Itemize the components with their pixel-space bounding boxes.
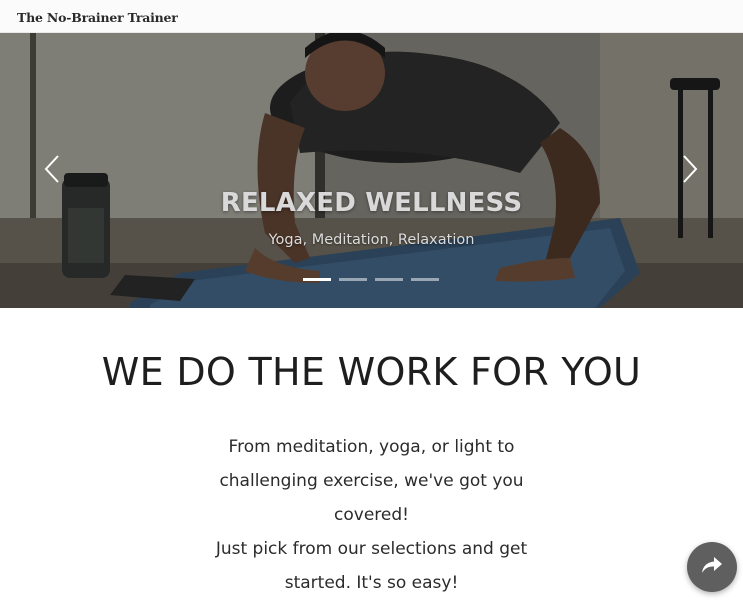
carousel-next-button[interactable] [670,151,710,191]
hero-carousel: RELAXED WELLNESS Yoga, Meditation, Relax… [0,33,743,308]
carousel-indicator-2[interactable] [339,278,367,281]
share-button[interactable] [687,542,737,592]
chevron-left-icon [42,153,62,189]
intro-text: From meditation, yoga, or light to chall… [200,430,543,600]
carousel-prev-button[interactable] [32,151,72,191]
brand-logo[interactable]: The No-Brainer Trainer [17,10,178,25]
section-headline: WE DO THE WORK FOR YOU [101,350,642,394]
slide-title: RELAXED WELLNESS [220,188,523,218]
slide-subtitle: Yoga, Meditation, Relaxation [268,232,475,248]
navbar: The No-Brainer Trainer [0,0,743,33]
chevron-right-icon [680,153,700,189]
carousel-indicator-4[interactable] [411,278,439,281]
carousel-indicator-1[interactable] [303,278,331,281]
image-overlay [0,33,743,308]
carousel-indicators [303,278,439,282]
intro-line-2: Just pick from our selections and get st… [215,539,528,593]
carousel-indicator-3[interactable] [375,278,403,281]
intro-line-1: From meditation, yoga, or light to chall… [219,437,524,525]
share-arrow-icon [701,555,723,579]
